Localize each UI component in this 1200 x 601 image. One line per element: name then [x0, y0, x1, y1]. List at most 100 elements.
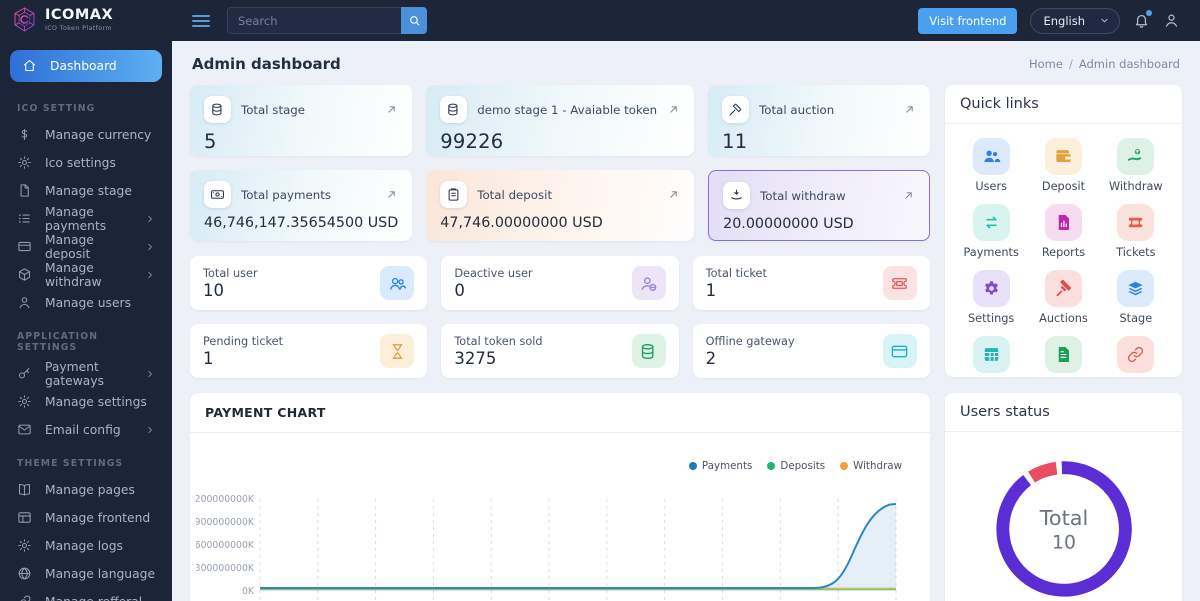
quick-links-panel: Quick links Users Deposit Withdraw Payme…: [945, 85, 1182, 377]
sidebar-item-dashboard[interactable]: Dashboard: [10, 49, 162, 82]
payment-chart: 1200000000K 900000000K 600000000K 300000000…: [190, 485, 930, 601]
chevron-right-icon: [148, 426, 152, 434]
language-select[interactable]: English: [1030, 7, 1120, 34]
file-icon: [20, 184, 29, 198]
arrow-up-right-icon: [388, 106, 395, 113]
users-status-donut: Total 10: [945, 432, 1182, 601]
brand-logo[interactable]: ICOMAX ICO Token Platform: [0, 0, 172, 40]
chevron-right-icon: [148, 271, 152, 279]
file-chart-icon: [1058, 214, 1070, 231]
quick-link-stage[interactable]: Stage: [1100, 270, 1172, 325]
quick-link-label: Settings: [967, 312, 1015, 325]
sidebar-item-manage-payments[interactable]: Manage payments: [0, 205, 172, 233]
layers-icon: [1128, 281, 1143, 296]
sidebar-item-label: Manage withdraw: [45, 260, 102, 289]
sidebar-item-manage-stage[interactable]: Manage stage: [0, 177, 172, 205]
quick-link-deposit[interactable]: Deposit: [1027, 138, 1099, 193]
sidebar-item-manage-language[interactable]: Manage language: [0, 560, 172, 588]
sidebar-item-label: Payment gateways: [45, 359, 105, 388]
quick-link-tickets[interactable]: Tickets: [1100, 204, 1172, 259]
profile-button[interactable]: [1163, 12, 1180, 29]
stat-card-total-auction[interactable]: Total auction 11: [708, 85, 930, 156]
stat-card-total-withdraw[interactable]: Total withdraw 20.00000000 USD: [708, 170, 930, 241]
stat-card-value: 2: [705, 348, 717, 368]
sidebar-item-label: Email config: [45, 422, 121, 437]
quick-link-referral[interactable]: Referral: [1100, 336, 1172, 377]
breadcrumb-home-link[interactable]: Home: [1029, 57, 1063, 71]
sidebar-item-manage-currency[interactable]: Manage currency: [0, 121, 172, 149]
quick-link-label: Tickets: [1116, 246, 1156, 259]
quick-link-auctions[interactable]: Auctions: [1027, 270, 1099, 325]
chevron-down-icon: [1101, 18, 1108, 23]
file-text-icon: [1058, 346, 1070, 363]
gear-icon: [18, 395, 31, 409]
ticket-icon: [892, 277, 908, 289]
svg-text:1200000000K: 1200000000K: [196, 494, 255, 505]
sidebar-item-ico-settings[interactable]: Ico settings: [0, 149, 172, 177]
stat-card-label: Total token sold: [454, 334, 543, 348]
quick-link-users[interactable]: Users: [955, 138, 1027, 193]
topbar: Visit frontend English: [172, 0, 1200, 41]
sidebar-item-label: Manage logs: [45, 538, 123, 553]
stat-card-value: 1: [705, 280, 717, 300]
sidebar-item-manage-deposit[interactable]: Manage deposit: [0, 233, 172, 261]
quick-link-payments[interactable]: Payments: [955, 204, 1027, 259]
quick-link-label: Stage: [1119, 312, 1153, 325]
content: Admin dashboard Home / Admin dashboard T…: [172, 41, 1200, 601]
sidebar-item-label: Manage users: [45, 295, 131, 310]
coins-icon: [642, 343, 654, 359]
open-link-icon[interactable]: [385, 188, 398, 201]
arrow-up-right-icon: [670, 191, 677, 198]
open-link-icon[interactable]: [903, 103, 916, 116]
quick-link-withdraw[interactable]: Withdraw: [1100, 138, 1172, 193]
search-button[interactable]: [401, 7, 427, 34]
stat-card-label: Total stage: [241, 102, 306, 117]
stat-card-demo-stage-1-avaiable-token[interactable]: demo stage 1 - Avaiable token 99226: [426, 85, 695, 156]
svg-text:300000000K: 300000000K: [196, 563, 255, 574]
sidebar-item-manage-withdraw[interactable]: Manage withdraw: [0, 261, 172, 289]
sidebar-item-manage-refferal[interactable]: Manage refferal: [0, 588, 172, 601]
stat-card-value: 5: [204, 130, 217, 153]
arrow-up-right-icon: [388, 191, 395, 198]
sidebar-item-manage-pages[interactable]: Manage pages: [0, 476, 172, 504]
menu-toggle-icon[interactable]: [192, 14, 210, 27]
open-link-icon[interactable]: [667, 103, 680, 116]
stat-card-total-deposit[interactable]: Total deposit 47,746.00000000 USD: [426, 170, 695, 241]
box-icon: [18, 268, 31, 282]
users-status-panel: Users status Total 10: [945, 393, 1182, 601]
stat-card-label: Total deposit: [477, 187, 553, 202]
quick-link-logs[interactable]: Logs: [1027, 336, 1099, 377]
sidebar-item-manage-frontend[interactable]: Manage frontend: [0, 504, 172, 532]
open-link-icon[interactable]: [902, 189, 915, 202]
sidebar-item-payment-gateways[interactable]: Payment gateways: [0, 360, 172, 388]
sidebar-item-label: Manage frontend: [45, 510, 151, 525]
cash-icon: [211, 190, 224, 199]
notification-badge: [1146, 10, 1152, 16]
open-link-icon[interactable]: [385, 103, 398, 116]
wallet-icon: [1056, 150, 1071, 163]
stat-card-value: 99226: [440, 130, 504, 153]
stat-card-total-stage[interactable]: Total stage 5: [190, 85, 413, 156]
search-input[interactable]: [227, 7, 401, 34]
sidebar-item-label: Manage refferal: [45, 595, 142, 601]
sidebar-item-manage-settings[interactable]: Manage settings: [0, 388, 172, 416]
open-link-icon[interactable]: [667, 188, 680, 201]
quick-link-label: Users: [975, 180, 1007, 193]
sidebar-item-manage-users[interactable]: Manage users: [0, 289, 172, 317]
quick-link-reports[interactable]: Reports: [1027, 204, 1099, 259]
legend-item-deposits: Deposits: [767, 460, 825, 472]
quick-link-frontend[interactable]: Frontend: [955, 336, 1027, 377]
visit-frontend-button[interactable]: Visit frontend: [918, 7, 1018, 34]
search-bar: [227, 7, 427, 34]
dollar-icon: [21, 129, 28, 141]
legend-item-payments: Payments: [688, 460, 752, 472]
link-icon: [1128, 346, 1144, 363]
sidebar-item-manage-logs[interactable]: Manage logs: [0, 532, 172, 560]
quick-link-settings[interactable]: Settings: [955, 270, 1027, 325]
legend-item-withdraw: Withdraw: [840, 460, 902, 472]
sidebar-item-email-config[interactable]: Email config: [0, 416, 172, 444]
notifications-button[interactable]: [1133, 10, 1152, 29]
stat-card-value: 3275: [454, 348, 497, 368]
sidebar-item-label: Manage pages: [45, 482, 135, 497]
stat-card-total-payments[interactable]: Total payments 46,746,147.35654500 USD: [190, 170, 413, 241]
